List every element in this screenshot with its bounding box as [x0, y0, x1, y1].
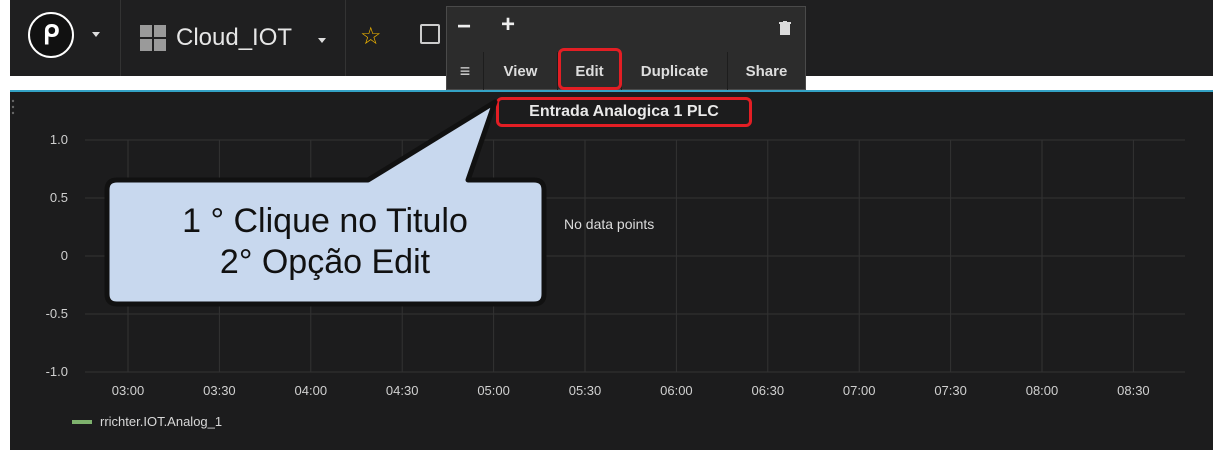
callout-line-2: 2° Opção Edit — [219, 243, 431, 281]
legend-swatch — [72, 419, 92, 424]
share-button[interactable]: Share — [727, 52, 805, 90]
panel-menu-top-row: − + — [447, 7, 805, 49]
x-tick-label: 03:30 — [203, 383, 236, 398]
y-tick-label: 0 — [60, 248, 68, 263]
zoom-out-button[interactable]: − — [457, 13, 471, 41]
x-tick-label: 08:30 — [1117, 383, 1150, 398]
x-tick-label: 05:30 — [568, 383, 602, 398]
x-tick-label: 06:00 — [660, 383, 693, 398]
x-tick-label: 05:00 — [477, 383, 510, 398]
x-tick-label: 07:00 — [842, 383, 876, 398]
no-data-message: No data points — [564, 216, 655, 232]
y-tick-label: 0.5 — [49, 190, 68, 205]
y-tick-label: -0.5 — [45, 306, 68, 321]
x-tick-label: 08:00 — [1025, 383, 1059, 398]
legend-series-name[interactable]: rrichter.IOT.Analog_1 — [100, 414, 222, 429]
graph-legend: rrichter.IOT.Analog_1 — [72, 414, 222, 429]
edit-highlight-box — [558, 48, 622, 90]
x-tick-label: 03:00 — [111, 383, 145, 398]
zoom-in-button[interactable]: + — [501, 11, 515, 39]
x-tick-label: 06:30 — [751, 383, 785, 398]
y-tick-label: 1.0 — [49, 132, 68, 147]
y-tick-label: -1.0 — [45, 364, 68, 379]
x-tick-label: 04:30 — [385, 383, 419, 398]
duplicate-button[interactable]: Duplicate — [621, 52, 727, 90]
trash-icon[interactable] — [779, 21, 791, 35]
hamburger-icon: ≡ — [459, 60, 471, 81]
panel-menu: − + ≡ View Edit Duplicate Share — [446, 6, 806, 90]
callout-line-1: 1 ° Clique no Titulo — [182, 202, 468, 241]
x-tick-label: 07:30 — [934, 383, 967, 398]
callout-text: 1 ° Clique no Titulo 2° Opção Edit — [106, 180, 544, 304]
x-tick-label: 04:00 — [294, 383, 328, 398]
